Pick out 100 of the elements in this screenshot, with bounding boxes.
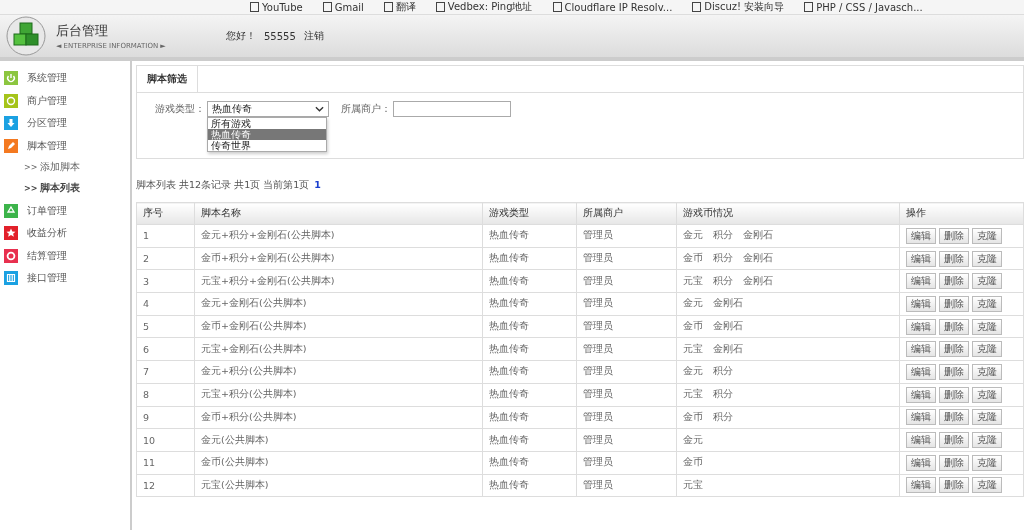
clone-button[interactable]: 克隆 bbox=[972, 250, 1002, 267]
edit-button[interactable]: 编辑 bbox=[906, 295, 936, 312]
bookmark[interactable]: Gmail bbox=[322, 1, 364, 13]
table-cell: 管理员 bbox=[576, 337, 677, 361]
table-cell: 热血传奇 bbox=[482, 383, 577, 406]
delete-button[interactable]: 删除 bbox=[939, 273, 969, 290]
delete-button[interactable]: 删除 bbox=[939, 227, 969, 244]
table-cell: 4 bbox=[136, 292, 195, 316]
username: 55555 bbox=[264, 30, 296, 42]
bookmark[interactable]: PHP / CSS / Javasch... bbox=[804, 1, 923, 13]
edit-button[interactable]: 编辑 bbox=[906, 454, 936, 471]
bookmark[interactable]: YouTube bbox=[250, 1, 303, 13]
table-cell: 热血传奇 bbox=[482, 428, 577, 452]
edit-button[interactable]: 编辑 bbox=[906, 318, 936, 335]
table-cell: 热血传奇 bbox=[482, 292, 577, 316]
table-cell: 热血传奇 bbox=[482, 451, 577, 475]
greeting: 您好！ bbox=[226, 29, 256, 43]
edit-button[interactable]: 编辑 bbox=[906, 386, 936, 403]
table-cell: 3 bbox=[136, 269, 195, 293]
logout-link[interactable]: 注销 bbox=[303, 29, 324, 43]
dropdown-option[interactable]: 热血传奇 bbox=[208, 129, 326, 140]
sidebar-subitem[interactable]: >> 脚本列表 bbox=[0, 178, 130, 200]
delete-button[interactable]: 删除 bbox=[939, 295, 969, 312]
table-cell: 管理员 bbox=[576, 292, 677, 316]
table-cell: 元宝+积分(公共脚本) bbox=[194, 383, 483, 406]
table-cell: 金元 bbox=[676, 428, 900, 452]
clone-button[interactable]: 克隆 bbox=[972, 227, 1002, 244]
table-cell: 8 bbox=[136, 383, 195, 406]
delete-button[interactable]: 删除 bbox=[939, 318, 969, 335]
table-cell: 金币 积分 bbox=[676, 406, 900, 429]
sidebar-subitem[interactable]: >> 添加脚本 bbox=[0, 157, 130, 179]
table-cell: 热血传奇 bbox=[482, 224, 577, 248]
table-cell: 管理员 bbox=[576, 451, 677, 475]
table-cell: 金元 金刚石 bbox=[676, 292, 900, 316]
bookmark[interactable]: Cloudflare IP Resolv... bbox=[552, 1, 673, 13]
table-cell: 元宝(公共脚本) bbox=[194, 474, 483, 497]
clone-button[interactable]: 克隆 bbox=[972, 318, 1002, 335]
game-type-label: 游戏类型： bbox=[155, 102, 205, 116]
edit-button[interactable]: 编辑 bbox=[906, 409, 936, 426]
column-header: 游戏币情况 bbox=[676, 202, 900, 225]
edit-button[interactable]: 编辑 bbox=[906, 273, 936, 290]
delete-button[interactable]: 删除 bbox=[939, 454, 969, 471]
clone-button[interactable]: 克隆 bbox=[972, 363, 1002, 380]
clone-button[interactable]: 克隆 bbox=[972, 386, 1002, 403]
table-cell: 金币 金刚石 bbox=[676, 315, 900, 338]
table-cell: 5 bbox=[136, 315, 195, 338]
table-cell: 7 bbox=[136, 360, 195, 384]
delete-button[interactable]: 删除 bbox=[939, 432, 969, 449]
merchant-input[interactable] bbox=[393, 101, 511, 117]
sidebar-item[interactable]: 收益分析 bbox=[0, 221, 130, 245]
table-cell: 管理员 bbox=[576, 428, 677, 452]
bookmark[interactable]: 翻译 bbox=[383, 0, 416, 14]
table-cell: 6 bbox=[136, 337, 195, 361]
table-cell: 热血传奇 bbox=[482, 315, 577, 338]
table-cell: 金元+金刚石(公共脚本) bbox=[194, 292, 483, 316]
table-cell: 热血传奇 bbox=[482, 337, 577, 361]
clone-button[interactable]: 克隆 bbox=[972, 477, 1002, 494]
clone-button[interactable]: 克隆 bbox=[972, 295, 1002, 312]
delete-button[interactable]: 删除 bbox=[939, 250, 969, 267]
edit-button[interactable]: 编辑 bbox=[906, 250, 936, 267]
delete-button[interactable]: 删除 bbox=[939, 386, 969, 403]
clone-button[interactable]: 克隆 bbox=[972, 432, 1002, 449]
edit-button[interactable]: 编辑 bbox=[906, 227, 936, 244]
page-link[interactable]: 1 bbox=[314, 179, 321, 192]
edit-button[interactable]: 编辑 bbox=[906, 341, 936, 358]
table-cell: 金元 积分 金刚石 bbox=[676, 224, 900, 248]
dropdown-option[interactable]: 所有游戏 bbox=[208, 118, 326, 129]
bookmark[interactable]: Vedbex: Ping地址 bbox=[435, 0, 533, 14]
table-cell: 热血传奇 bbox=[482, 474, 577, 497]
delete-button[interactable]: 删除 bbox=[939, 341, 969, 358]
table-cell: 管理员 bbox=[576, 224, 677, 248]
delete-button[interactable]: 删除 bbox=[939, 477, 969, 494]
clone-button[interactable]: 克隆 bbox=[972, 273, 1002, 290]
edit-button[interactable]: 编辑 bbox=[906, 432, 936, 449]
game-type-select[interactable]: 热血传奇 bbox=[207, 101, 329, 117]
table-cell: 管理员 bbox=[576, 406, 677, 429]
sidebar-item[interactable]: 接口管理 bbox=[0, 267, 130, 290]
column-header: 序号 bbox=[136, 202, 195, 225]
bookmark[interactable]: Discuz! 安装向导 bbox=[692, 0, 785, 14]
table-cell: 元宝 积分 bbox=[676, 383, 900, 406]
edit-button[interactable]: 编辑 bbox=[906, 477, 936, 494]
pagination-summary: 脚本列表 共12条记录 共1页 当前第1页 bbox=[136, 179, 310, 192]
column-header: 所属商户 bbox=[576, 202, 677, 225]
clone-button[interactable]: 克隆 bbox=[972, 409, 1002, 426]
dropdown-option[interactable]: 传奇世界 bbox=[208, 140, 326, 151]
table-cell: 元宝 bbox=[676, 474, 900, 497]
sidebar-item[interactable]: 结算管理 bbox=[0, 244, 130, 268]
sidebar-item[interactable]: 商户管理 bbox=[0, 89, 130, 113]
sidebar-item[interactable]: 系统管理 bbox=[0, 67, 130, 90]
sidebar-item[interactable]: 脚本管理 bbox=[0, 134, 130, 158]
sidebar-item[interactable]: 分区管理 bbox=[0, 112, 130, 135]
edit-button[interactable]: 编辑 bbox=[906, 363, 936, 380]
sidebar-item[interactable]: 订单管理 bbox=[0, 199, 130, 222]
table-cell: 元宝+金刚石(公共脚本) bbox=[194, 337, 483, 361]
delete-button[interactable]: 删除 bbox=[939, 363, 969, 380]
column-header: 游戏类型 bbox=[482, 202, 577, 225]
clone-button[interactable]: 克隆 bbox=[972, 341, 1002, 358]
clone-button[interactable]: 克隆 bbox=[972, 454, 1002, 471]
merchant-label: 所属商户： bbox=[341, 102, 391, 116]
delete-button[interactable]: 删除 bbox=[939, 409, 969, 426]
